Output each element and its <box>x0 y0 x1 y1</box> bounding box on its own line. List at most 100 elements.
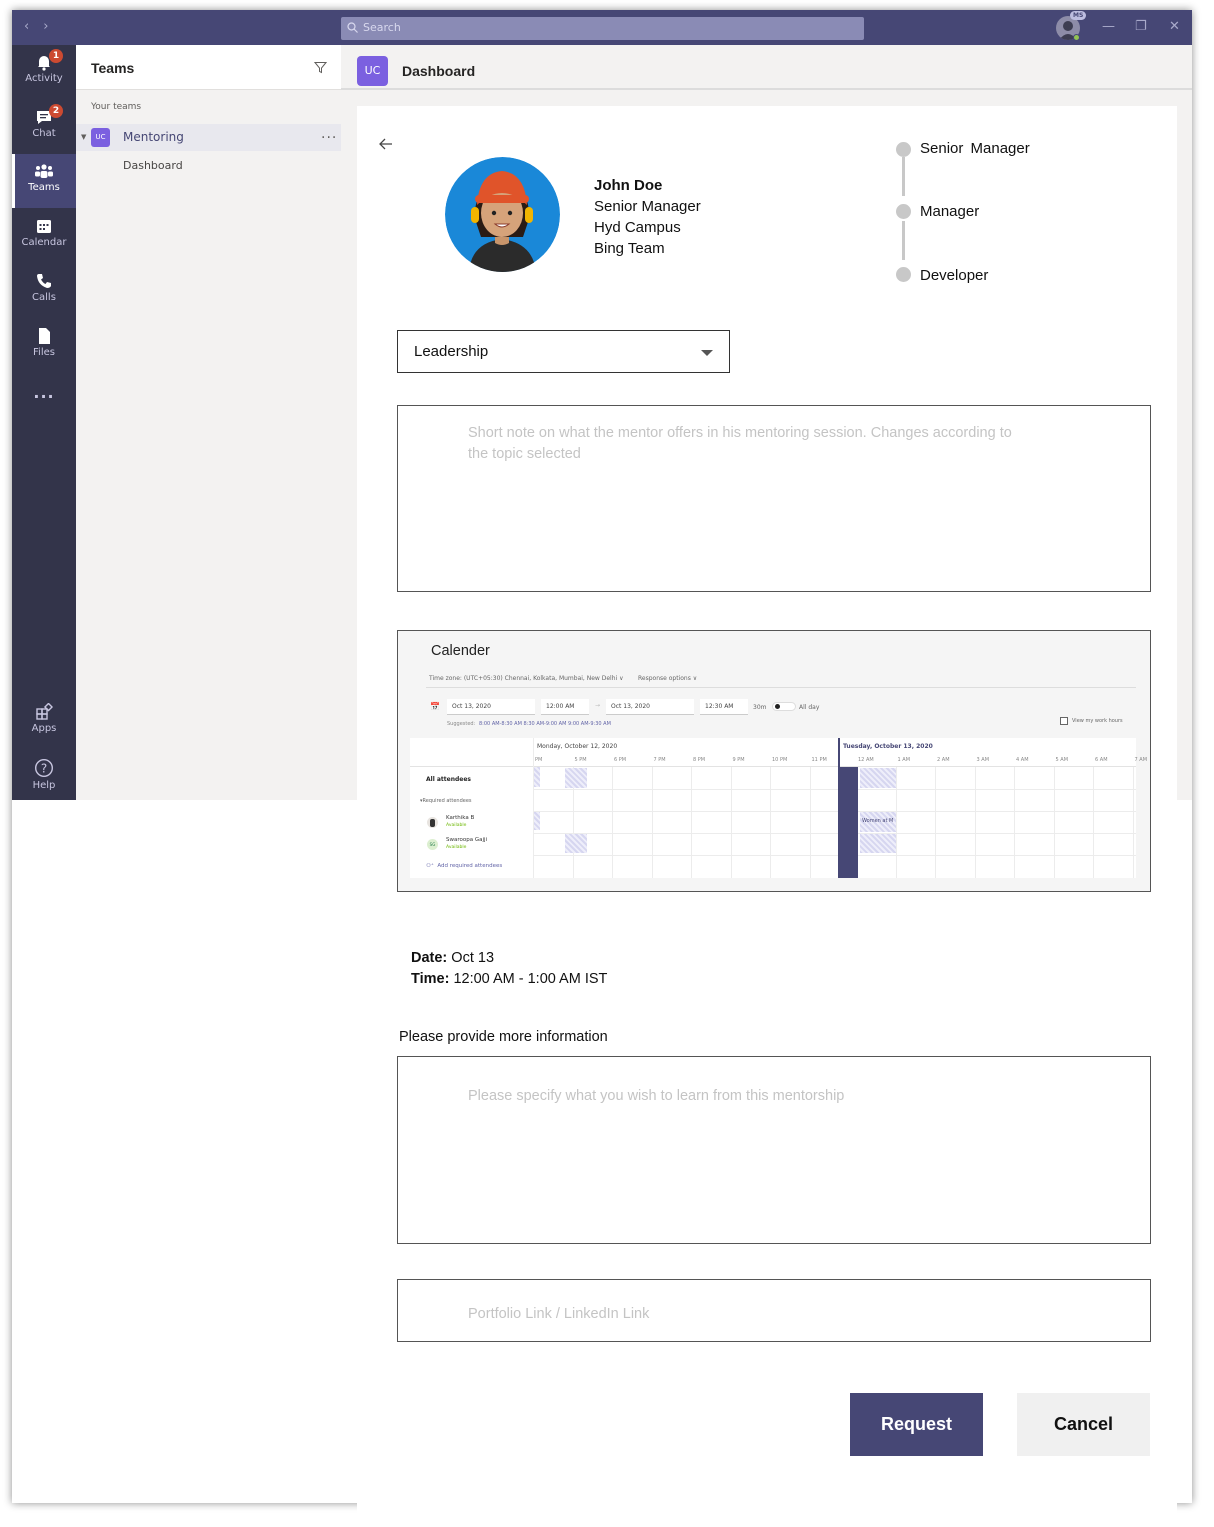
search-placeholder: Search <box>363 21 401 34</box>
hour-label: 10 PM <box>772 757 788 763</box>
hour-label: 11 PM <box>811 757 827 763</box>
attendee-status: Available <box>446 823 467 828</box>
grid-column-line <box>1053 767 1055 878</box>
hour-label: 12 AM <box>858 757 874 763</box>
mentor-note-placeholder: Short note on what the mentor offers in … <box>468 425 1012 462</box>
portfolio-link-placeholder: Portfolio Link / LinkedIn Link <box>468 1306 650 1322</box>
rail-item-files[interactable]: Files <box>12 319 76 373</box>
rail-item-apps[interactable]: Apps <box>12 695 76 749</box>
grid-column-line <box>809 767 811 878</box>
maximize-icon[interactable]: ❐ <box>1135 19 1147 34</box>
timeline-line <box>902 157 905 196</box>
team-name: Mentoring <box>123 130 184 144</box>
grid-column-line <box>1132 767 1134 878</box>
account-badge: MS <box>1070 11 1087 20</box>
attendee-status: Available <box>446 845 467 850</box>
cancel-button[interactable]: Cancel <box>1017 1393 1150 1456</box>
attendee-name: Swaroopa Gajji <box>446 837 488 843</box>
request-button[interactable]: Request <box>850 1393 983 1456</box>
expand-caret-icon[interactable]: ▼ <box>81 133 86 141</box>
help-icon: ? <box>34 758 54 778</box>
grid-row-line <box>534 811 1136 812</box>
grid-column-line <box>612 767 613 878</box>
add-attendees-link[interactable]: ⚇⁺ Add required attendees <box>426 863 502 869</box>
add-attendees-text: Add required attendees <box>437 863 503 869</box>
rail-item-activity[interactable]: Activity 1 <box>12 45 76 99</box>
team-row-mentoring[interactable]: ▼ UC Mentoring ... <box>76 124 341 151</box>
filter-icon[interactable] <box>314 61 327 74</box>
start-date-input[interactable]: Oct 13, 2020 <box>447 699 535 715</box>
timezone-label: Time zone: (UTC+05:30) Chennai, Kolkata,… <box>429 675 618 682</box>
grid-column-line <box>935 767 936 878</box>
learning-goals-placeholder: Please specify what you wish to learn fr… <box>468 1088 845 1104</box>
scheduling-calendar: Calender Time zone: (UTC+05:30) Chennai,… <box>397 630 1151 892</box>
response-options-label: Response options <box>638 675 691 682</box>
timeline-dot <box>896 267 911 282</box>
hour-label: 7 PM <box>653 757 666 763</box>
attendee-avatar <box>427 817 438 828</box>
minimize-icon[interactable]: — <box>1102 19 1115 34</box>
team-more-options-icon[interactable]: ... <box>321 126 337 142</box>
more-label: ... <box>33 383 55 402</box>
hour-label: PM <box>535 757 543 763</box>
more-icon[interactable]: ... <box>12 383 76 413</box>
learning-goals-textarea[interactable]: Please specify what you wish to learn fr… <box>397 1056 1151 1244</box>
forward-icon[interactable]: › <box>43 19 62 34</box>
portfolio-link-input[interactable]: Portfolio Link / LinkedIn Link <box>397 1279 1151 1342</box>
mentor-team: Bing Team <box>594 240 665 257</box>
end-date-input[interactable]: Oct 13, 2020 <box>606 699 694 715</box>
app-window: ‹› Search MS — ❐ ✕ Activity 1 Chat 2 Tea… <box>12 10 1192 1513</box>
arrow-right-icon: → <box>595 702 601 709</box>
search-input[interactable]: Search <box>341 17 864 40</box>
event-block[interactable]: Women at M <box>860 812 896 832</box>
work-hours-checkbox[interactable] <box>1060 717 1068 725</box>
rail-label: Calls <box>32 292 56 303</box>
file-icon <box>39 328 50 344</box>
grid-row-line <box>534 789 1136 790</box>
rail-item-help[interactable]: ? Help <box>12 750 76 804</box>
career-step: Senior Manager <box>920 140 1030 157</box>
back-icon[interactable]: ‹ <box>24 19 43 34</box>
career-step: Manager <box>920 203 980 220</box>
hour-label: 1 AM <box>897 757 911 763</box>
close-icon[interactable]: ✕ <box>1169 19 1180 34</box>
teams-panel-title: Teams <box>91 60 135 76</box>
busy-block <box>534 812 540 830</box>
rail-label: Files <box>33 347 55 358</box>
end-time-select[interactable]: 12:30 AM <box>700 699 748 715</box>
all-day-toggle[interactable] <box>772 702 796 711</box>
svg-text:?: ? <box>41 762 47 776</box>
your-teams-heading: Your teams <box>91 102 142 112</box>
rail-item-teams[interactable]: Teams <box>12 154 76 208</box>
apps-icon <box>36 703 53 720</box>
start-time-select[interactable]: 12:00 AM <box>541 699 589 715</box>
suggested-times[interactable]: 8:00 AM-8:30 AM 8:30 AM-9:00 AM 9:00 AM-… <box>479 721 611 727</box>
calendar-small-icon: 📅 <box>430 702 440 711</box>
rail-item-chat[interactable]: Chat 2 <box>12 100 76 154</box>
rail-item-calendar[interactable]: Calendar <box>12 209 76 263</box>
date-label: Date: <box>411 950 448 966</box>
title-bar: ‹› Search MS — ❐ ✕ <box>12 10 1192 45</box>
required-attendees-label: ▾Required attendees <box>420 798 472 804</box>
busy-block <box>565 834 587 853</box>
timeline-line <box>902 221 905 260</box>
time-label: Time: <box>411 971 450 987</box>
mentor-profile: John Doe Senior Manager Hyd Campus Bing … <box>594 175 701 259</box>
timezone-select[interactable]: Time zone: (UTC+05:30) Chennai, Kolkata,… <box>429 675 624 682</box>
hour-label: 9 PM <box>732 757 745 763</box>
channel-dashboard[interactable]: Dashboard <box>123 159 183 172</box>
hour-label: 6 AM <box>1095 757 1108 763</box>
mentor-campus: Hyd Campus <box>594 219 681 236</box>
back-arrow-icon[interactable] <box>378 137 394 151</box>
attendee-avatar: SG <box>427 839 438 850</box>
presence-indicator <box>1073 34 1080 41</box>
timeline-dot <box>896 204 911 219</box>
history-nav: ‹› <box>24 19 62 34</box>
busy-block <box>860 834 896 853</box>
response-options[interactable]: Response options ∨ <box>638 675 697 682</box>
phone-icon <box>37 274 51 288</box>
topic-dropdown[interactable]: Leadership <box>397 330 730 373</box>
grid-column-line <box>1093 767 1094 878</box>
rail-item-calls[interactable]: Calls <box>12 264 76 318</box>
selected-slot[interactable] <box>839 767 858 878</box>
